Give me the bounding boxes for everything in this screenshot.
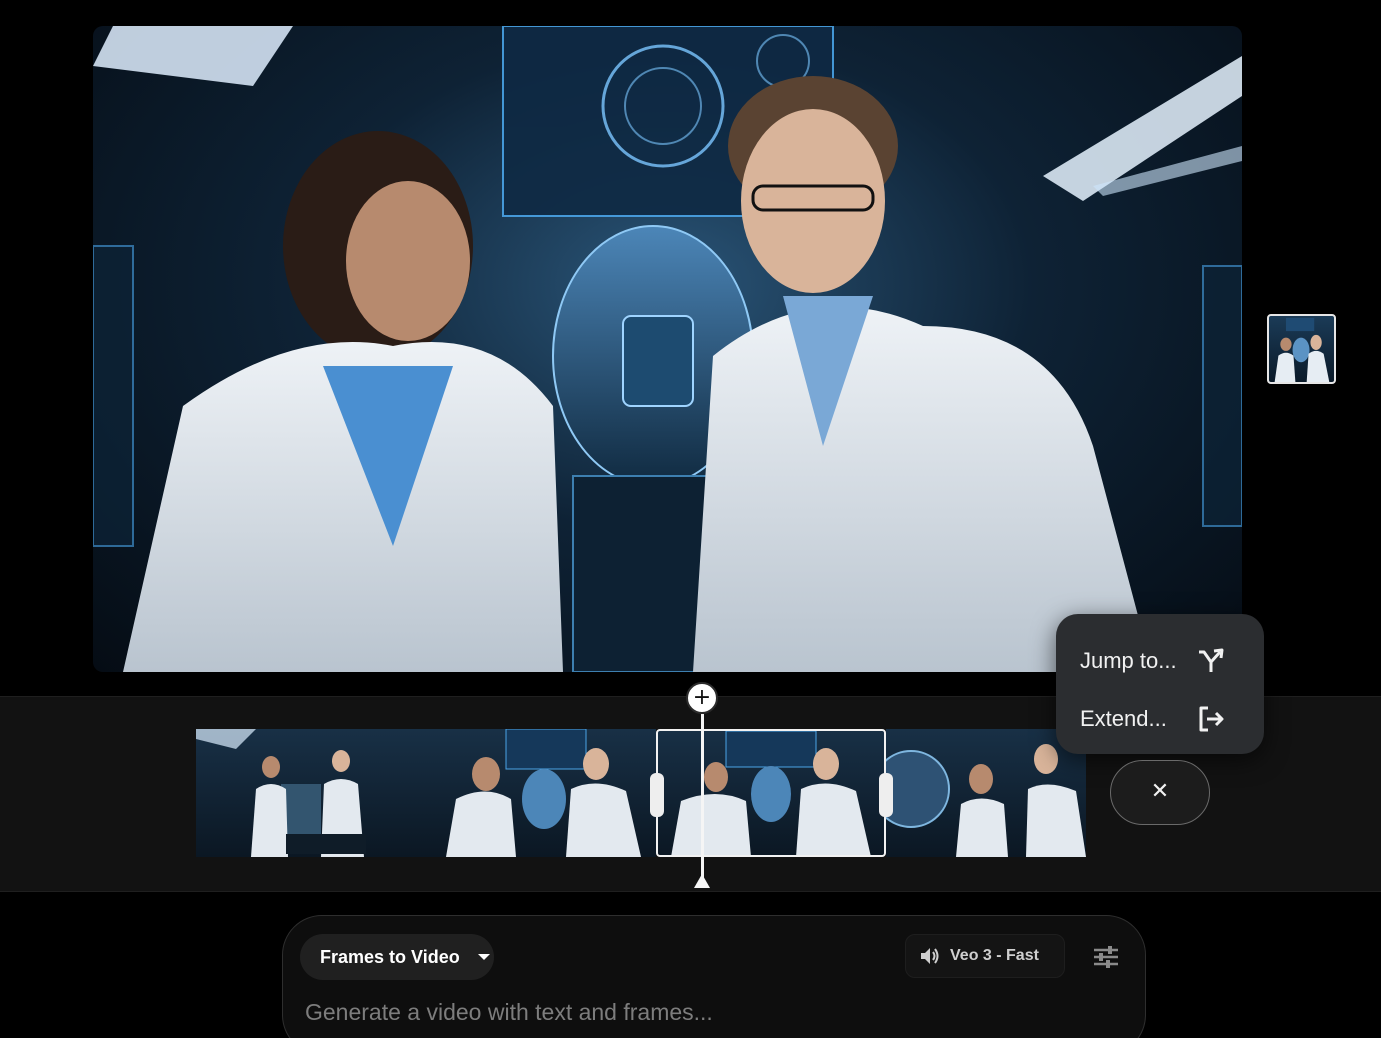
timeline-clip[interactable] xyxy=(426,729,656,857)
prompt-composer: Frames to Video Veo 3 - Fast xyxy=(282,915,1146,1038)
close-button[interactable]: ✕ xyxy=(1110,760,1210,825)
prompt-input[interactable] xyxy=(305,994,1105,1030)
timeline-clip[interactable] xyxy=(196,729,426,857)
flow-editor: + Jump to... Extend... ✕ Frames to Video xyxy=(0,0,1381,1038)
timeline-clip[interactable] xyxy=(886,729,1086,857)
merge-arrow-icon xyxy=(1199,648,1224,672)
logout-arrow-icon xyxy=(1199,706,1224,732)
menu-item-jump-to[interactable]: Jump to... xyxy=(1056,632,1264,690)
sliders-icon[interactable] xyxy=(1091,942,1121,972)
model-selector[interactable]: Veo 3 - Fast xyxy=(905,934,1065,978)
scene-thumbnail[interactable] xyxy=(1267,314,1336,384)
menu-item-label: Extend... xyxy=(1080,706,1167,731)
trim-handle-right[interactable] xyxy=(879,773,893,817)
add-clip-button[interactable]: + xyxy=(686,682,718,714)
playhead[interactable] xyxy=(701,714,704,882)
clip-thumbnail xyxy=(446,729,641,857)
preview-frame-image xyxy=(93,26,1242,672)
timeline-clip-selected[interactable] xyxy=(656,729,886,857)
thumbnail-image xyxy=(1274,317,1330,382)
model-label: Veo 3 - Fast xyxy=(950,947,1039,964)
playhead-marker[interactable] xyxy=(694,874,710,888)
speaker-icon xyxy=(921,948,939,964)
chevron-down-icon xyxy=(477,954,490,960)
mode-label: Frames to Video xyxy=(320,946,460,967)
mode-dropdown[interactable]: Frames to Video xyxy=(300,934,494,980)
clip-strip xyxy=(196,729,1086,857)
video-preview[interactable] xyxy=(93,26,1242,672)
menu-item-extend[interactable]: Extend... xyxy=(1056,690,1264,748)
menu-item-label: Jump to... xyxy=(1080,648,1177,673)
clip-thumbnail xyxy=(196,729,366,857)
clip-thumbnail xyxy=(671,730,871,857)
trim-handle-left[interactable] xyxy=(650,773,664,817)
clip-action-menu: Jump to... Extend... xyxy=(1056,614,1264,754)
clip-thumbnail xyxy=(886,744,1086,857)
